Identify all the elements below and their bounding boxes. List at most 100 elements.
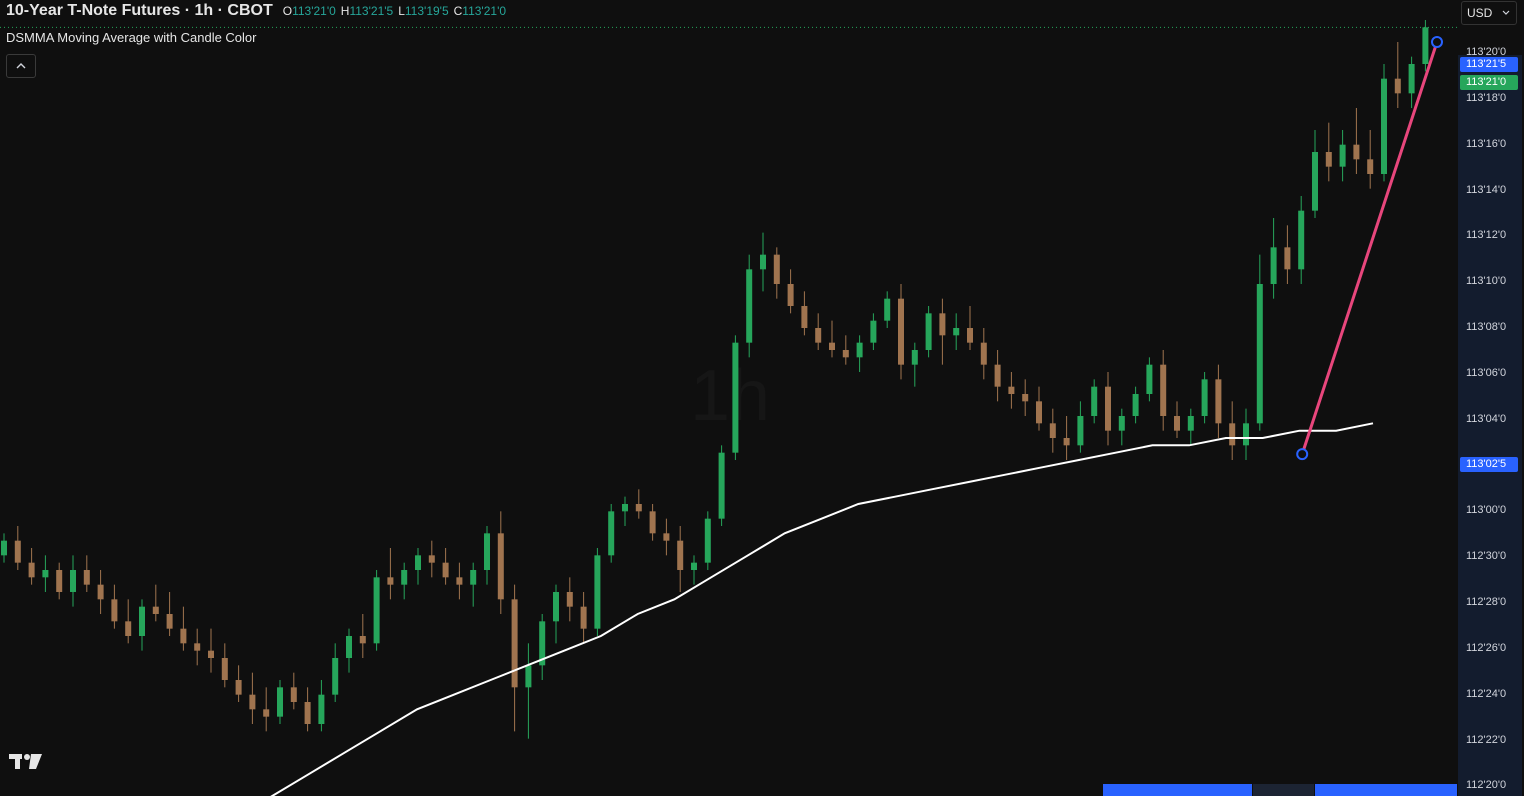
candle-body <box>1229 423 1236 446</box>
candle <box>622 496 628 526</box>
candle-body <box>967 328 973 343</box>
price-axis-label: 112'26'0 <box>1466 641 1507 654</box>
candle-body <box>139 606 145 636</box>
candle <box>1394 42 1401 108</box>
price-axis[interactable] <box>1458 55 1522 796</box>
candle-body <box>980 342 987 365</box>
candle-body <box>525 665 532 688</box>
candle-body <box>691 562 697 570</box>
candle <box>1367 130 1374 189</box>
candle <box>856 335 863 372</box>
candle <box>484 526 490 585</box>
candle-body <box>732 342 739 453</box>
ohlc-high: H113'21'5 <box>340 4 394 18</box>
dsmma-line[interactable] <box>270 422 1374 796</box>
candle-body <box>1298 210 1305 270</box>
candle <box>1201 372 1208 424</box>
candle-body <box>1 540 7 556</box>
candle-body <box>1187 416 1194 431</box>
candle-body <box>97 584 104 600</box>
candle-body <box>580 606 587 629</box>
price-axis-label: 113'18'0 <box>1466 91 1507 104</box>
candle <box>263 687 270 732</box>
candle <box>870 313 877 350</box>
candle <box>304 687 311 732</box>
candle <box>1187 408 1194 446</box>
candle-body <box>953 328 960 336</box>
candle-body <box>290 687 297 702</box>
chevron-up-icon <box>16 63 26 69</box>
candle-body <box>1022 394 1029 402</box>
time-axis-range-marker <box>1103 784 1252 796</box>
candle-body <box>83 570 90 585</box>
candle-body <box>1243 423 1249 446</box>
candle <box>1298 196 1305 284</box>
candle <box>580 592 587 644</box>
candle-body <box>484 533 490 570</box>
candle-body <box>898 298 904 365</box>
candle-body <box>359 636 366 644</box>
candle <box>967 306 973 350</box>
high-price-badge: 113'21'5 <box>1460 57 1518 72</box>
collapse-legend-button[interactable] <box>6 54 36 78</box>
candle-body <box>346 636 352 658</box>
price-axis-label: 113'14'0 <box>1466 183 1507 196</box>
trend-line-end-handle[interactable] <box>1431 36 1443 48</box>
candle <box>125 599 132 644</box>
candle-body <box>332 658 339 695</box>
candle <box>1132 386 1139 424</box>
candle-body <box>497 533 504 600</box>
candle-body <box>208 650 214 658</box>
candle-body <box>1132 394 1139 416</box>
candle <box>97 570 104 614</box>
candle <box>1008 372 1015 409</box>
candle <box>884 291 891 328</box>
trend-line[interactable] <box>1300 41 1439 455</box>
candle-body <box>1284 247 1291 270</box>
candle <box>980 328 987 380</box>
candle <box>1 533 7 563</box>
candle <box>1146 357 1153 402</box>
candle <box>1022 379 1029 416</box>
candle-body <box>373 577 380 644</box>
candle-body <box>221 658 228 680</box>
candle <box>277 680 283 724</box>
candle-body <box>1422 27 1429 64</box>
symbol-title[interactable]: 10-Year T-Note Futures · 1h · CBOT <box>6 2 273 20</box>
candle <box>1256 254 1263 431</box>
candle <box>1174 401 1180 438</box>
candle-body <box>415 555 421 570</box>
price-axis-label: 113'06'0 <box>1466 366 1507 379</box>
candle-body <box>704 518 711 563</box>
candle <box>83 555 90 592</box>
candle-body <box>304 702 311 724</box>
candle <box>594 548 601 636</box>
candle-body <box>249 694 256 710</box>
candle-body <box>925 313 932 350</box>
candle <box>1091 379 1098 424</box>
price-axis-label: 112'28'0 <box>1466 596 1507 608</box>
tradingview-logo-icon[interactable] <box>9 752 43 770</box>
price-axis-label: 113'00'0 <box>1466 504 1507 517</box>
indicator-legend[interactable]: DSMMA Moving Average with Candle Color <box>6 30 257 45</box>
price-axis-label: 112'30'0 <box>1466 550 1507 563</box>
candle-body <box>1049 423 1056 438</box>
candle-body <box>622 504 628 512</box>
candle-body <box>1160 364 1167 416</box>
candle-body <box>842 350 849 358</box>
candle <box>939 298 946 365</box>
candle <box>511 584 518 732</box>
candle-body <box>318 694 325 724</box>
candle-body <box>1105 386 1111 431</box>
price-axis-label: 113'16'0 <box>1466 137 1507 150</box>
candle <box>442 548 449 585</box>
candle <box>842 335 849 365</box>
candle <box>359 614 366 658</box>
trend-line-start-handle[interactable] <box>1296 448 1309 461</box>
candle-body <box>1381 78 1387 174</box>
candle-body <box>1312 152 1318 211</box>
candle-body <box>677 540 684 570</box>
price-chart[interactable]: 1h <box>0 0 1524 796</box>
currency-selector[interactable]: USD <box>1461 1 1517 25</box>
legend-header: 10-Year T-Note Futures · 1h · CBOT O113'… <box>6 2 511 22</box>
